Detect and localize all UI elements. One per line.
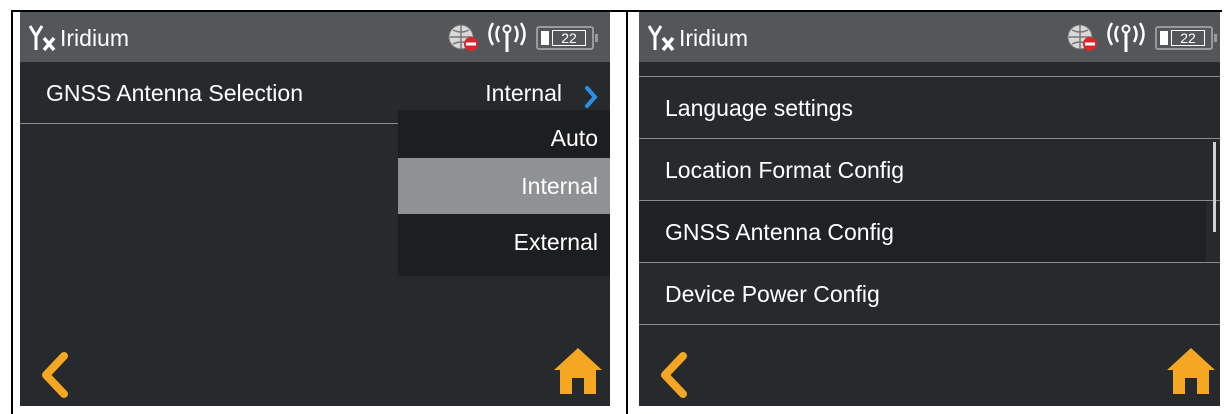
menu-item-location-format-config[interactable]: Location Format Config: [639, 139, 1206, 201]
frame-left: [11, 10, 13, 414]
menu-item-language-settings[interactable]: Language settings: [639, 77, 1206, 139]
option-internal[interactable]: Internal: [398, 158, 610, 214]
setting-value: Internal: [485, 80, 562, 106]
globe-no-entry-icon: [448, 24, 478, 51]
status-bar: Iridium 22: [20, 12, 610, 62]
menu-item-gnss-antenna-config[interactable]: GNSS Antenna Config: [639, 201, 1206, 263]
back-chevron-icon[interactable]: [38, 352, 70, 398]
left-device-screen: Iridium 22 GNSS Antenna Selection Intern…: [20, 12, 610, 406]
app-title: Iridium: [679, 25, 749, 51]
battery-level: 22: [552, 30, 586, 46]
no-signal-antenna-icon: [647, 25, 675, 52]
home-icon[interactable]: [1165, 346, 1217, 396]
back-chevron-icon[interactable]: [657, 352, 689, 398]
scrollbar[interactable]: [1213, 142, 1216, 232]
chevron-right-icon[interactable]: [584, 86, 598, 108]
frame-middle: [626, 10, 628, 414]
globe-no-entry-icon: [1067, 24, 1097, 51]
battery-icon: 22: [536, 26, 598, 50]
satellite-signal-icon: [1107, 22, 1145, 52]
antenna-dropdown: Auto Internal External: [398, 110, 610, 276]
home-icon[interactable]: [552, 346, 604, 396]
satellite-signal-icon: [488, 22, 526, 52]
app-title: Iridium: [60, 25, 130, 51]
menu-item-device-power-config[interactable]: Device Power Config: [639, 263, 1206, 325]
battery-icon: 22: [1155, 26, 1217, 50]
status-bar: Iridium 22: [639, 12, 1220, 62]
no-signal-antenna-icon: [28, 25, 56, 52]
divider: [639, 324, 1220, 325]
setting-label: GNSS Antenna Selection: [46, 80, 303, 106]
right-device-screen: Iridium 22 Language settings Location Fo…: [639, 12, 1220, 406]
option-external[interactable]: External: [398, 214, 610, 270]
battery-level: 22: [1171, 30, 1205, 46]
